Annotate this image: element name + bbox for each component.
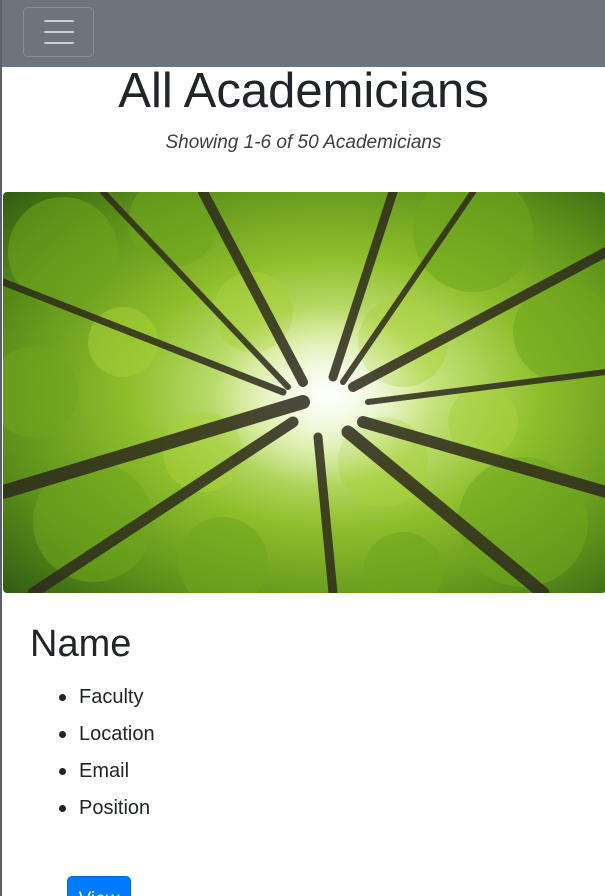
results-count: Showing 1-6 of 50 Academicians [165,132,442,153]
detail-faculty: Faculty [59,683,155,720]
menu-toggle-button[interactable] [23,7,94,57]
view-button[interactable]: View [67,876,131,896]
detail-email: Email [59,757,155,794]
hamburger-icon-line [43,31,74,33]
card-image [3,192,605,593]
page-title: All Academicians [118,64,489,118]
top-navbar [2,0,605,67]
academician-details-list: Faculty Location Email Position [59,683,155,831]
forest-canopy-image [3,192,605,593]
detail-position: Position [59,794,155,831]
card-title: Name [30,623,132,665]
hamburger-icon-line [43,42,74,44]
hamburger-icon-line [43,20,74,22]
detail-location: Location [59,720,155,757]
